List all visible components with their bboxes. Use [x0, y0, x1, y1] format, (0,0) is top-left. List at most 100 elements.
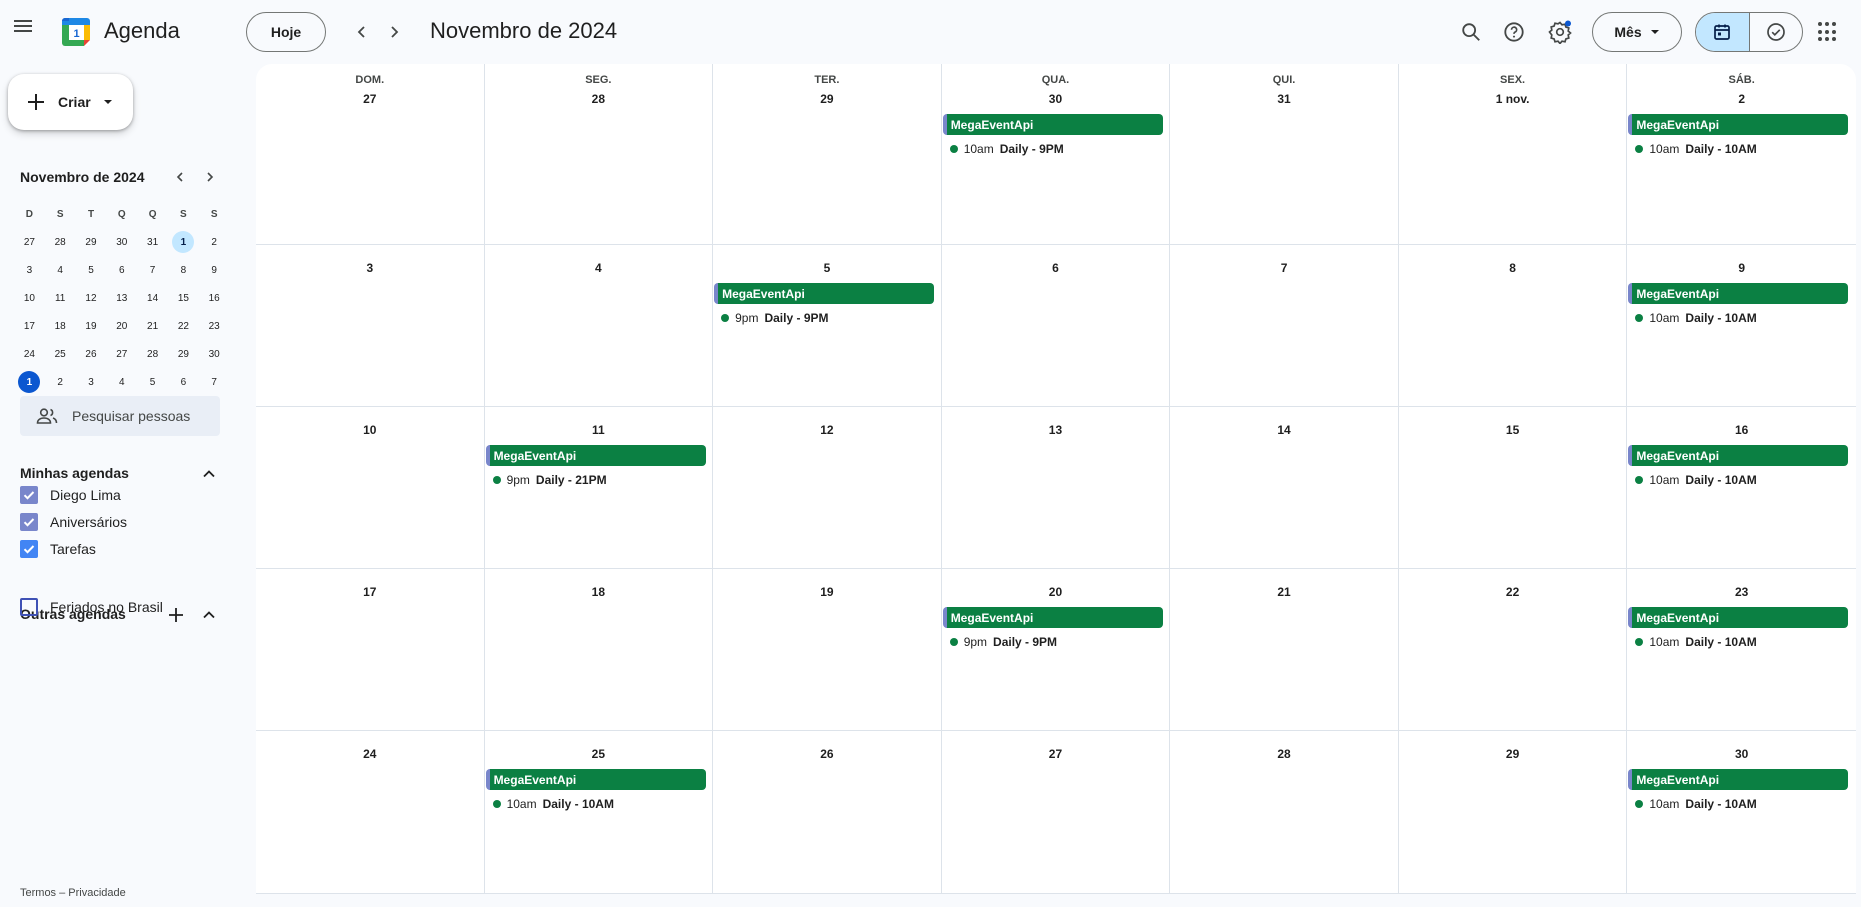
day-cell[interactable]: 26 — [713, 731, 942, 893]
mini-day-cell[interactable]: 3 — [76, 368, 107, 396]
calendar-checkbox[interactable] — [20, 598, 38, 616]
day-cell[interactable]: 14 — [1170, 407, 1399, 568]
day-number[interactable]: 13 — [942, 423, 1170, 437]
day-number[interactable]: 5 — [713, 261, 941, 275]
day-number[interactable]: 18 — [485, 585, 713, 599]
mini-day-cell[interactable]: 4 — [106, 368, 137, 396]
mini-day-cell[interactable]: 7 — [199, 368, 230, 396]
day-number[interactable]: 2 — [1627, 92, 1856, 106]
next-period-button[interactable] — [380, 18, 408, 46]
day-cell[interactable]: SEG. 28 — [485, 64, 714, 244]
mini-day-cell[interactable]: 12 — [76, 284, 107, 312]
mini-day-cell[interactable]: 23 — [199, 312, 230, 340]
mini-day-cell[interactable]: 11 — [45, 284, 76, 312]
event-entry[interactable]: 9pm Daily - 9PM — [949, 633, 1057, 651]
create-button[interactable]: Criar — [8, 74, 133, 130]
day-cell[interactable]: 3 — [256, 245, 485, 406]
day-number[interactable]: 8 — [1399, 261, 1627, 275]
settings-button[interactable] — [1544, 16, 1576, 48]
day-cell[interactable]: SÁB. 2 MegaEventApi 10am Daily - 10AM — [1627, 64, 1856, 244]
event-chip[interactable]: MegaEventApi — [1628, 769, 1849, 790]
mini-day-cell[interactable]: 7 — [137, 256, 168, 284]
event-chip[interactable]: MegaEventApi — [485, 769, 706, 790]
event-entry[interactable]: 9pm Daily - 21PM — [492, 471, 607, 489]
mini-day-cell[interactable]: 2 — [199, 228, 230, 256]
day-cell[interactable]: 23 MegaEventApi 10am Daily - 10AM — [1627, 569, 1856, 730]
event-entry[interactable]: 9pm Daily - 9PM — [721, 309, 829, 327]
mini-day-cell[interactable]: 21 — [137, 312, 168, 340]
day-cell[interactable]: 16 MegaEventApi 10am Daily - 10AM — [1627, 407, 1856, 568]
mini-next-month-button[interactable] — [198, 165, 222, 189]
day-cell[interactable]: 9 MegaEventApi 10am Daily - 10AM — [1627, 245, 1856, 406]
event-chip[interactable]: MegaEventApi — [714, 283, 935, 304]
day-number[interactable]: 4 — [485, 261, 713, 275]
day-number[interactable]: 17 — [256, 585, 484, 599]
event-entry[interactable]: 10am Daily - 10AM — [492, 795, 614, 813]
event-chip[interactable]: MegaEventApi — [942, 607, 1163, 628]
day-number[interactable]: 28 — [485, 92, 713, 106]
calendar-item[interactable]: Feriados no Brasil — [20, 595, 163, 619]
mini-day-cell[interactable]: 26 — [76, 340, 107, 368]
mini-day-cell[interactable]: 24 — [14, 340, 45, 368]
mini-day-cell[interactable]: 16 — [199, 284, 230, 312]
day-cell[interactable]: 18 — [485, 569, 714, 730]
day-cell[interactable]: TER. 29 — [713, 64, 942, 244]
mini-day-cell[interactable]: 2 — [45, 368, 76, 396]
day-number[interactable]: 31 — [1170, 92, 1398, 106]
day-number[interactable]: 19 — [713, 585, 941, 599]
day-cell[interactable]: 13 — [942, 407, 1171, 568]
add-other-calendar-button[interactable] — [164, 603, 188, 627]
day-cell[interactable]: 27 — [942, 731, 1171, 893]
day-cell[interactable]: 29 — [1399, 731, 1628, 893]
day-cell[interactable]: 24 — [256, 731, 485, 893]
day-number[interactable]: 24 — [256, 747, 484, 761]
day-cell[interactable]: 8 — [1399, 245, 1628, 406]
previous-period-button[interactable] — [348, 18, 376, 46]
help-button[interactable] — [1498, 16, 1530, 48]
mini-day-cell[interactable]: 6 — [168, 368, 199, 396]
mini-day-cell[interactable]: 28 — [45, 228, 76, 256]
mini-day-cell[interactable]: 6 — [106, 256, 137, 284]
day-cell[interactable]: 7 — [1170, 245, 1399, 406]
mini-day-cell[interactable]: 19 — [76, 312, 107, 340]
day-cell[interactable]: DOM. 27 — [256, 64, 485, 244]
event-chip[interactable]: MegaEventApi — [1628, 114, 1849, 135]
mini-previous-month-button[interactable] — [168, 165, 192, 189]
day-number[interactable]: 28 — [1170, 747, 1398, 761]
main-menu-icon[interactable] — [14, 20, 42, 44]
day-cell[interactable]: 11 MegaEventApi 9pm Daily - 21PM — [485, 407, 714, 568]
calendar-item[interactable]: Diego Lima — [20, 483, 121, 507]
calendar-view-toggle[interactable] — [1696, 13, 1750, 51]
day-number[interactable]: 6 — [942, 261, 1170, 275]
day-cell[interactable]: QUI. 31 — [1170, 64, 1399, 244]
day-cell[interactable]: 12 — [713, 407, 942, 568]
day-cell[interactable]: SEX. 1 nov. — [1399, 64, 1628, 244]
day-number[interactable]: 27 — [942, 747, 1170, 761]
terms-link[interactable]: Termos — [20, 887, 56, 899]
day-number[interactable]: 16 — [1627, 423, 1856, 437]
event-entry[interactable]: 10am Daily - 10AM — [1635, 633, 1757, 651]
day-number[interactable]: 21 — [1170, 585, 1398, 599]
day-cell[interactable]: 10 — [256, 407, 485, 568]
day-number[interactable]: 30 — [942, 92, 1170, 106]
event-chip[interactable]: MegaEventApi — [1628, 607, 1849, 628]
calendar-logo-icon[interactable]: 1 — [60, 16, 92, 48]
calendar-item[interactable]: Aniversários — [20, 510, 127, 534]
day-number[interactable]: 3 — [256, 261, 484, 275]
today-button[interactable]: Hoje — [246, 12, 326, 52]
event-chip[interactable]: MegaEventApi — [942, 114, 1163, 135]
mini-day-cell[interactable]: 10 — [14, 284, 45, 312]
mini-day-cell[interactable]: 17 — [14, 312, 45, 340]
mini-day-cell[interactable]: 28 — [137, 340, 168, 368]
mini-day-cell[interactable]: 27 — [14, 228, 45, 256]
search-button[interactable] — [1455, 16, 1487, 48]
mini-day-cell[interactable]: 4 — [45, 256, 76, 284]
mini-day-cell[interactable]: 5 — [76, 256, 107, 284]
mini-day-cell[interactable]: 9 — [199, 256, 230, 284]
calendar-checkbox[interactable] — [20, 513, 38, 531]
day-number[interactable]: 25 — [485, 747, 713, 761]
collapse-other-calendars-button[interactable] — [197, 603, 221, 627]
day-number[interactable]: 30 — [1627, 747, 1856, 761]
day-cell[interactable]: 22 — [1399, 569, 1628, 730]
day-number[interactable]: 10 — [256, 423, 484, 437]
